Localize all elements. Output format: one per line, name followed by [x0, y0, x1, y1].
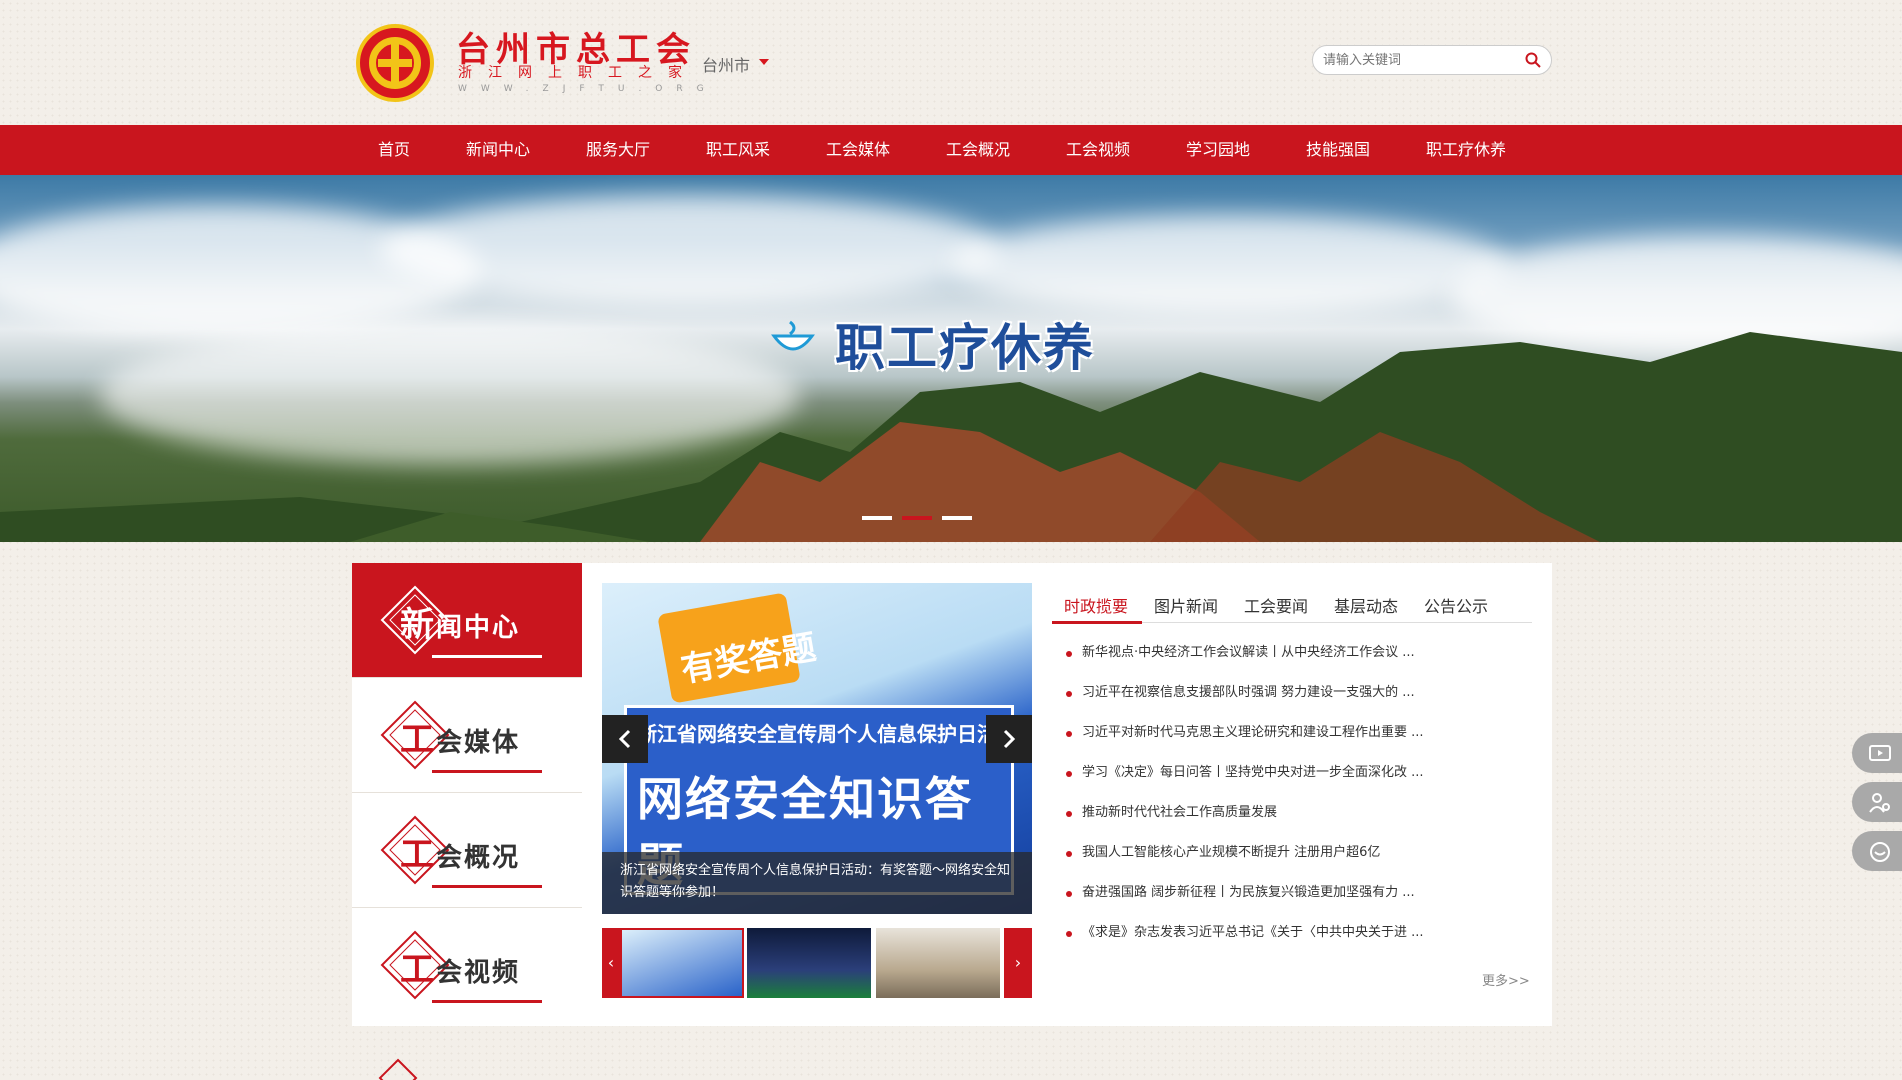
site-subtitle: 浙江网上职工之家	[458, 65, 698, 81]
chevron-right-icon	[1003, 729, 1016, 749]
nav-item-skills[interactable]: 技能强国	[1306, 125, 1370, 175]
nav-item-study[interactable]: 学习园地	[1186, 125, 1250, 175]
slide-caption[interactable]: 浙江省网络安全宣传周个人信息保护日活动：有奖答题～网络安全知识答题等你参加！	[602, 852, 1032, 914]
section-menu: 新闻中心 工会媒体 工会概况 工会视频	[352, 563, 582, 1026]
float-video-button[interactable]	[1852, 733, 1902, 773]
thumbnail-strip: ‹ ›	[602, 928, 1032, 1000]
hero-banner[interactable]: 职工疗休养	[0, 175, 1902, 542]
news-slider[interactable]: 有奖答题 浙江省网络安全宣传周个人信息保护日活动 网络安全知识答题 浙江省网络安…	[602, 583, 1032, 914]
nav-item-service[interactable]: 服务大厅	[586, 125, 650, 175]
menu-tile-news[interactable]: 新闻中心	[352, 563, 582, 678]
news-item[interactable]: 《求是》杂志发表习近平总书记《关于〈中共中央关于进 ...	[1060, 913, 1520, 953]
site-header: 台州市总工会 浙江网上职工之家 WWW.ZJFTU.ORG 台州市	[0, 0, 1902, 125]
news-tabs: 时政揽要 图片新闻 工会要闻 基层动态 公告公示	[1052, 583, 1532, 624]
user-service-icon	[1869, 793, 1890, 813]
active-tab-indicator	[1052, 621, 1142, 624]
tab-grassroots[interactable]: 基层动态	[1334, 593, 1398, 617]
teacup-icon	[771, 320, 815, 351]
thumbnail-quiz[interactable]	[620, 928, 744, 998]
tab-union-news[interactable]: 工会要闻	[1244, 593, 1308, 617]
slide-dot[interactable]	[862, 516, 892, 520]
menu-tile-overview[interactable]: 工会概况	[352, 793, 582, 908]
menu-tile-media[interactable]: 工会媒体	[352, 678, 582, 793]
thumb-next-button[interactable]: ›	[1004, 928, 1032, 998]
search-input[interactable]	[1323, 50, 1513, 70]
menu-tile-label: 新闻中心	[400, 605, 521, 645]
nav-item-home[interactable]: 首页	[378, 125, 410, 175]
banner-title: 职工疗休养	[835, 319, 1095, 377]
chat-bubble-icon	[1870, 842, 1890, 862]
city-selector[interactable]: 台州市	[702, 52, 750, 76]
main-nav: 首页 新闻中心 服务大厅 职工风采 工会媒体 工会概况 工会视频 学习园地 技能…	[0, 125, 1902, 175]
float-chat-button[interactable]	[1852, 831, 1902, 871]
caret-down-icon[interactable]	[759, 59, 769, 65]
news-item[interactable]: 推动新时代代社会工作高质量发展	[1060, 793, 1520, 833]
slide-subtitle: 浙江省网络安全宣传周个人信息保护日活动	[637, 722, 1017, 746]
slide-dot-active[interactable]	[902, 516, 932, 520]
diamond-ornament-icon	[378, 1058, 418, 1080]
menu-tile-label: 工会媒体	[400, 720, 521, 760]
news-item[interactable]: 习近平对新时代马克思主义理论研究和建设工程作出重要 ...	[1060, 713, 1520, 753]
search-icon[interactable]	[1525, 52, 1541, 68]
slide-dot[interactable]	[942, 516, 972, 520]
tv-icon	[1869, 745, 1891, 761]
news-item[interactable]: 习近平在视察信息支援部队时强调 努力建设一支强大的 ...	[1060, 673, 1520, 713]
thumbnail-meeting[interactable]	[876, 928, 1000, 998]
tab-politics[interactable]: 时政揽要	[1064, 593, 1128, 617]
news-list: 新华视点·中央经济工作会议解读丨从中央经济工作会议 ... 习近平在视察信息支援…	[1060, 633, 1520, 953]
slider-next-button[interactable]	[986, 715, 1032, 763]
nav-item-style[interactable]: 职工风采	[706, 125, 770, 175]
slider-prev-button[interactable]	[602, 715, 648, 763]
thumbnail-stage[interactable]	[747, 928, 871, 998]
nav-item-news[interactable]: 新闻中心	[466, 125, 530, 175]
union-logo-icon[interactable]	[356, 24, 434, 102]
float-service-button[interactable]	[1852, 782, 1902, 822]
nav-item-video[interactable]: 工会视频	[1066, 125, 1130, 175]
site-url: WWW.ZJFTU.ORG	[458, 84, 718, 94]
news-item[interactable]: 学习《决定》每日问答丨坚持党中央对进一步全面深化改 ...	[1060, 753, 1520, 793]
tab-announcements[interactable]: 公告公示	[1424, 593, 1488, 617]
chevron-left-icon	[618, 729, 631, 749]
nav-item-overview[interactable]: 工会概况	[946, 125, 1010, 175]
news-item[interactable]: 奋进强国路 阔步新征程丨为民族复兴锻造更加坚强有力 ...	[1060, 873, 1520, 913]
tab-photo-news[interactable]: 图片新闻	[1154, 593, 1218, 617]
menu-tile-label: 工会视频	[400, 950, 521, 990]
menu-tile-video[interactable]: 工会视频	[352, 908, 582, 1023]
more-link[interactable]: 更多>>	[1482, 970, 1530, 989]
news-item[interactable]: 新华视点·中央经济工作会议解读丨从中央经济工作会议 ...	[1060, 633, 1520, 673]
thumb-prev-button[interactable]: ‹	[602, 928, 620, 998]
nav-item-recuperation[interactable]: 职工疗休养	[1426, 125, 1506, 175]
search-box	[1312, 45, 1552, 75]
nav-item-media[interactable]: 工会媒体	[826, 125, 890, 175]
menu-tile-label: 工会概况	[400, 835, 521, 875]
news-item[interactable]: 我国人工智能核心产业规模不断提升 注册用户超6亿	[1060, 833, 1520, 873]
news-panel: 有奖答题 浙江省网络安全宣传周个人信息保护日活动 网络安全知识答题 浙江省网络安…	[582, 563, 1552, 1026]
